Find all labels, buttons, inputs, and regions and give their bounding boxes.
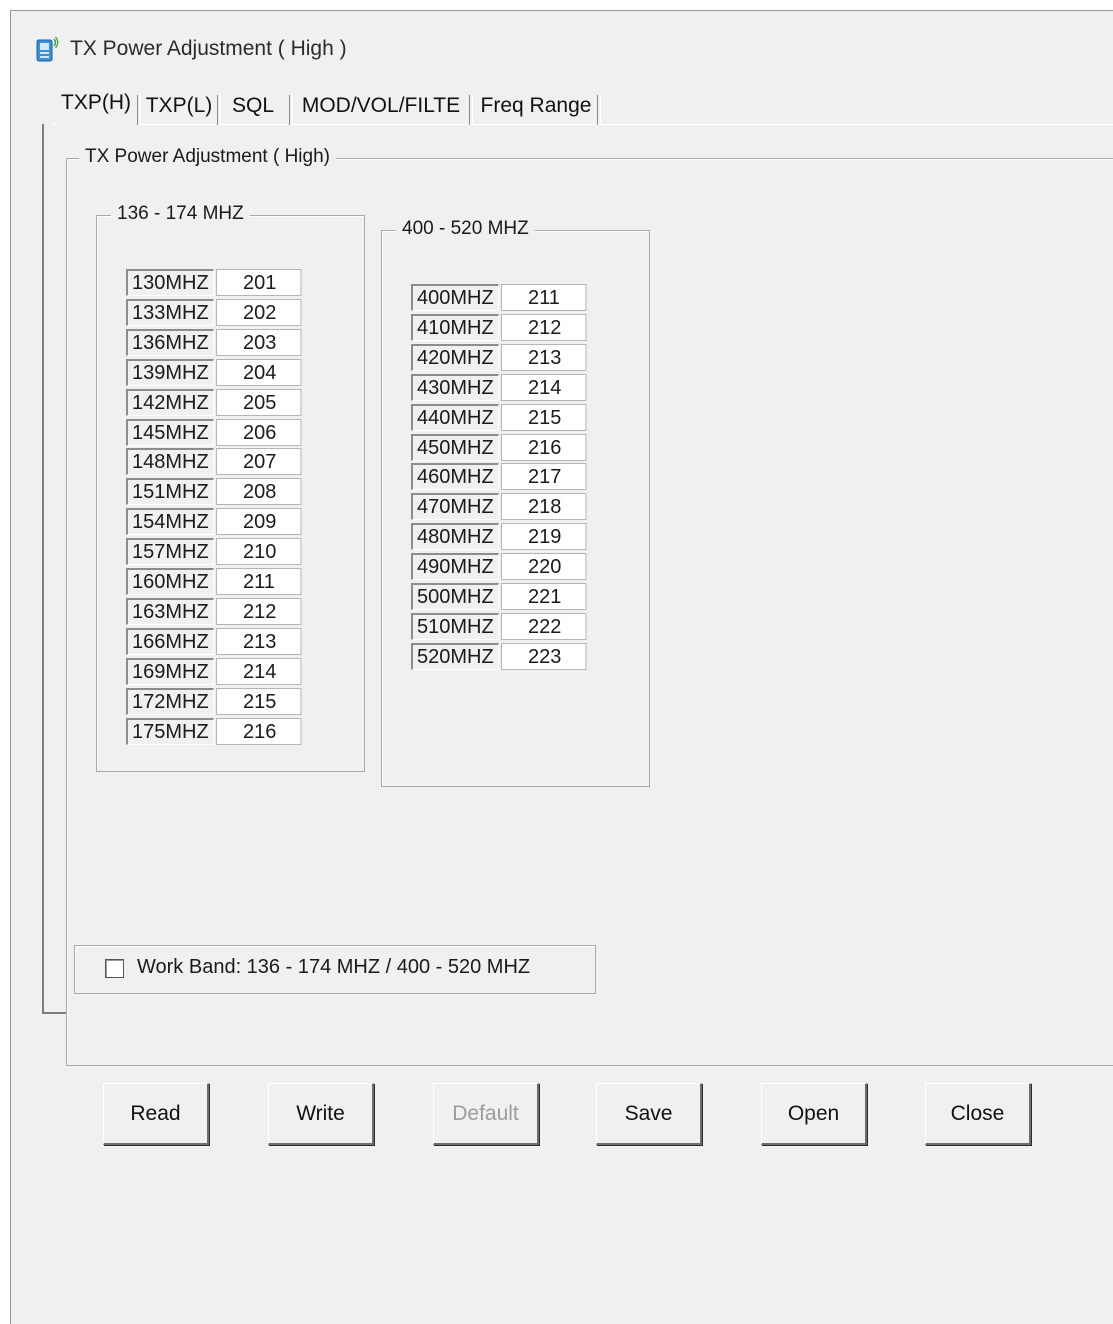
tab-strip: TXP(H) TXP(L) SQL MOD/VOL/FILTE Freq Ran… — [51, 83, 1113, 127]
power-value-field[interactable]: 214 — [216, 658, 302, 685]
tx-power-high-group-title: TX Power Adjustment ( High) — [79, 146, 336, 168]
power-value-field[interactable]: 207 — [216, 448, 302, 475]
frequency-label: 500MHZ — [411, 583, 499, 610]
power-value-field[interactable]: 220 — [501, 553, 587, 580]
work-band-box: Work Band: 136 - 174 MHZ / 400 - 520 MHZ — [74, 945, 596, 994]
tab-mod-vol-filte[interactable]: MOD/VOL/FILTE — [297, 87, 465, 125]
power-value-field[interactable]: 212 — [501, 314, 587, 341]
frequency-label: 430MHZ — [411, 374, 499, 401]
frequency-label: 133MHZ — [126, 299, 214, 326]
handheld-radio-icon — [36, 36, 59, 62]
power-value-field[interactable]: 202 — [216, 299, 302, 326]
frequency-label: 420MHZ — [411, 344, 499, 371]
frequency-label: 490MHZ — [411, 553, 499, 580]
power-value-field[interactable]: 218 — [501, 493, 587, 520]
frequency-label: 450MHZ — [411, 434, 499, 461]
power-value-field[interactable]: 211 — [216, 568, 302, 595]
power-value-field[interactable]: 222 — [501, 613, 587, 640]
power-value-field[interactable]: 221 — [501, 583, 587, 610]
power-value-field[interactable]: 216 — [501, 434, 587, 461]
frequency-label: 175MHZ — [126, 718, 214, 745]
power-value-field[interactable]: 219 — [501, 523, 587, 550]
power-value-field[interactable]: 215 — [501, 404, 587, 431]
title-bar: TX Power Adjustment ( High ) — [11, 11, 1113, 81]
tab-txp-l[interactable]: TXP(L) — [143, 87, 215, 125]
frequency-label: 480MHZ — [411, 523, 499, 550]
write-button[interactable]: Write — [268, 1083, 374, 1145]
power-value-field[interactable]: 211 — [501, 284, 587, 311]
power-value-field[interactable]: 223 — [501, 643, 587, 670]
tab-freq-range[interactable]: Freq Range — [477, 87, 595, 125]
close-button[interactable]: Close — [925, 1083, 1031, 1145]
power-value-field[interactable]: 201 — [216, 269, 302, 296]
power-value-field[interactable]: 203 — [216, 329, 302, 356]
frequency-label: 157MHZ — [126, 538, 214, 565]
tab-txp-h[interactable]: TXP(H) — [57, 83, 135, 125]
power-value-field[interactable]: 213 — [501, 344, 587, 371]
frequency-label: 160MHZ — [126, 568, 214, 595]
power-value-field[interactable]: 210 — [216, 538, 302, 565]
power-value-field[interactable]: 204 — [216, 359, 302, 386]
frequency-label: 400MHZ — [411, 284, 499, 311]
default-button[interactable]: Default — [433, 1083, 539, 1145]
power-value-field[interactable]: 217 — [501, 463, 587, 490]
frequency-label: 145MHZ — [126, 419, 214, 446]
open-button[interactable]: Open — [761, 1083, 867, 1145]
tab-sql[interactable]: SQL — [223, 87, 283, 125]
frequency-label: 142MHZ — [126, 389, 214, 416]
frequency-label: 163MHZ — [126, 598, 214, 625]
power-value-field[interactable]: 214 — [501, 374, 587, 401]
power-value-field[interactable]: 208 — [216, 478, 302, 505]
frequency-label: 470MHZ — [411, 493, 499, 520]
frequency-label: 136MHZ — [126, 329, 214, 356]
frequency-label: 172MHZ — [126, 688, 214, 715]
frequency-label: 151MHZ — [126, 478, 214, 505]
frequency-label: 440MHZ — [411, 404, 499, 431]
frequency-label: 130MHZ — [126, 269, 214, 296]
frequency-label: 154MHZ — [126, 508, 214, 535]
tx-power-window: TX Power Adjustment ( High ) TXP(H) TXP(… — [10, 10, 1113, 1324]
frequency-label: 520MHZ — [411, 643, 499, 670]
uhf-band-group: 400 - 520 MHZ 400MHZ 211 410MHZ 212 420MHZ 21… — [381, 218, 650, 787]
window-title: TX Power Adjustment ( High ) — [70, 37, 347, 60]
frequency-label: 169MHZ — [126, 658, 214, 685]
vhf-band-title: 136 - 174 MHZ — [111, 203, 250, 225]
work-band-checkbox[interactable] — [105, 959, 124, 978]
uhf-band-title: 400 - 520 MHZ — [396, 218, 535, 240]
frequency-label: 460MHZ — [411, 463, 499, 490]
power-value-field[interactable]: 216 — [216, 718, 302, 745]
frequency-label: 166MHZ — [126, 628, 214, 655]
frequency-label: 410MHZ — [411, 314, 499, 341]
frequency-label: 148MHZ — [126, 448, 214, 475]
power-value-field[interactable]: 213 — [216, 628, 302, 655]
power-value-field[interactable]: 205 — [216, 389, 302, 416]
read-button[interactable]: Read — [103, 1083, 209, 1145]
frequency-label: 139MHZ — [126, 359, 214, 386]
work-band-label: Work Band: 136 - 174 MHZ / 400 - 520 MHZ — [137, 956, 531, 978]
power-value-field[interactable]: 215 — [216, 688, 302, 715]
save-button[interactable]: Save — [596, 1083, 702, 1145]
power-value-field[interactable]: 209 — [216, 508, 302, 535]
power-value-field[interactable]: 206 — [216, 419, 302, 446]
vhf-band-group: 136 - 174 MHZ 130MHZ 201 133MHZ 202 136MHZ 20… — [96, 203, 365, 772]
frequency-label: 510MHZ — [411, 613, 499, 640]
power-value-field[interactable]: 212 — [216, 598, 302, 625]
